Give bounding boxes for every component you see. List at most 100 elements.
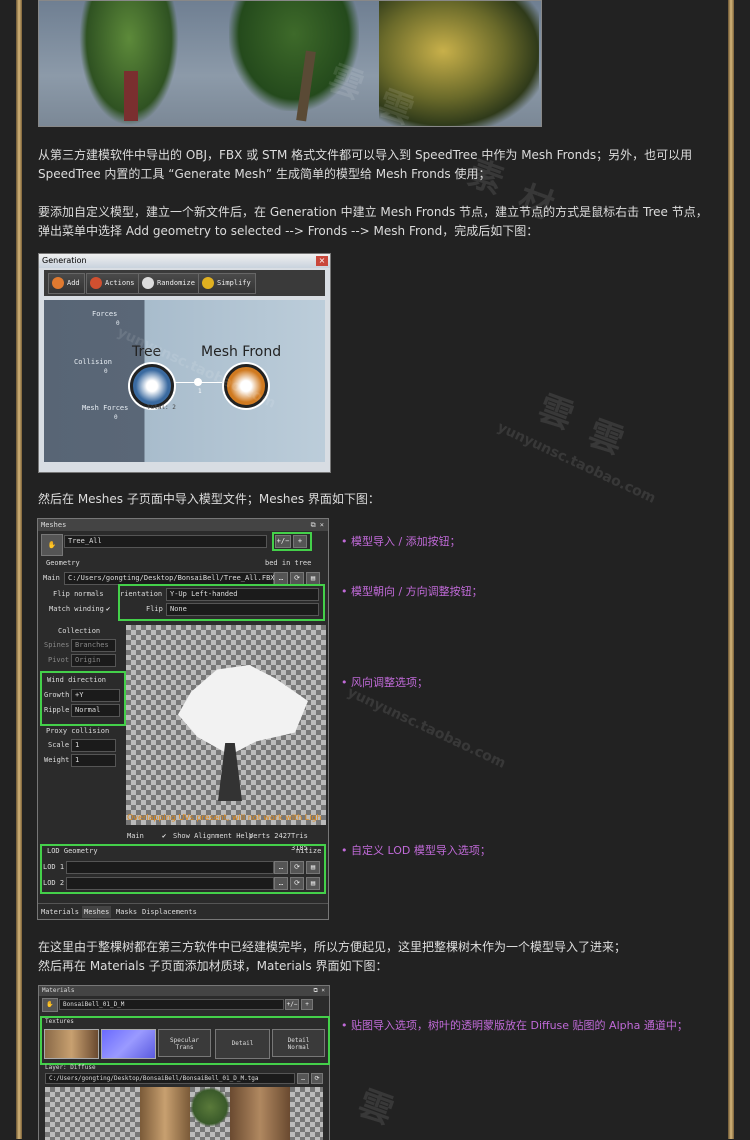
bed-in-tree-label: bed in tree bbox=[265, 559, 312, 567]
mesh-frond-node[interactable] bbox=[224, 364, 268, 408]
paragraph-materials: 然后再在 Materials 子页面添加材质球，Materials 界面如下图： bbox=[38, 959, 388, 973]
palm-tree bbox=[379, 1, 539, 126]
mesh-select[interactable]: Tree_All bbox=[64, 535, 267, 548]
collision-count: 0 bbox=[104, 368, 108, 375]
paragraph-intro: 从第三方建模软件中导出的 OBJ，FBX 或 STM 格式文件都可以导入到 Sp… bbox=[38, 148, 693, 181]
annotation-textures: • 贴图导入选项，树叶的透明蒙版放在 Diffuse 贴图的 Alpha 通道中… bbox=[341, 1019, 688, 1032]
hand-icon[interactable]: ✋ bbox=[41, 534, 63, 556]
add-button[interactable]: Add bbox=[48, 273, 85, 294]
tree-node[interactable] bbox=[130, 364, 174, 408]
simplify-icon bbox=[202, 277, 214, 289]
main-label: Main bbox=[43, 574, 60, 582]
generation-window: Generation × Add Actions Randomize Simpl… bbox=[38, 253, 331, 473]
paragraph-add-model: 要添加自定义模型，建立一个新文件后，在 Generation 中建立 Mesh … bbox=[38, 205, 708, 238]
main-mode-label: Main bbox=[127, 832, 144, 840]
annotation-wind: • 风向调整选项； bbox=[341, 676, 428, 689]
hand-icon[interactable]: ✋ bbox=[42, 998, 58, 1012]
spines-label: Spines bbox=[44, 641, 70, 649]
bushy-tree bbox=[229, 1, 359, 111]
annotation-orientation: • 模型朝向 / 方向调整按钮； bbox=[341, 585, 483, 598]
watermark-url: yunyunsc.taobao.com bbox=[344, 684, 509, 772]
materials-panel: Materials ⧉ × ✋ BonsaiBell_01_D_M +/− + T… bbox=[38, 985, 330, 1140]
meshes-title: Meshes bbox=[41, 521, 67, 529]
add-icon bbox=[52, 277, 64, 289]
randomize-icon bbox=[142, 277, 154, 289]
weight-input[interactable]: 1 bbox=[71, 754, 116, 767]
randomize-button[interactable]: Randomize bbox=[138, 273, 200, 294]
link-count: 1 bbox=[198, 388, 202, 395]
meshes-title-bar: Meshes ⧉ × bbox=[38, 519, 328, 531]
scale-label: Scale bbox=[48, 741, 70, 749]
spines-select[interactable]: Branches bbox=[71, 639, 116, 652]
tab-materials[interactable]: Materials bbox=[39, 906, 81, 918]
material-plus-button[interactable]: + bbox=[301, 999, 313, 1010]
link-dot bbox=[194, 378, 202, 386]
simplify-button[interactable]: Simplify bbox=[198, 273, 256, 294]
mesh-preview-viewport[interactable] bbox=[126, 625, 326, 825]
highlight-import bbox=[272, 532, 312, 551]
mesh-frond-node-label: Mesh Frond bbox=[201, 344, 282, 360]
actions-label: Actions bbox=[105, 279, 135, 287]
close-icon[interactable]: × bbox=[316, 256, 328, 266]
browse-button[interactable]: … bbox=[297, 1073, 309, 1084]
proxy-collision-label: Proxy collision bbox=[46, 727, 110, 735]
material-add-remove-button[interactable]: +/− bbox=[285, 999, 299, 1010]
show-alignment-checkbox[interactable]: ✔ bbox=[162, 830, 166, 842]
simplify-label: Simplify bbox=[217, 279, 251, 287]
verts-count: Verts 2427 bbox=[249, 832, 292, 840]
watermark-char: 雲 bbox=[582, 413, 629, 463]
right-frame-border bbox=[728, 0, 734, 1139]
highlight-lod bbox=[40, 844, 326, 894]
match-winding-label: Match winding bbox=[49, 605, 104, 613]
close-icon[interactable]: ⧉ × bbox=[313, 986, 325, 996]
mesh-forces-label: Mesh Forces bbox=[82, 404, 129, 412]
total-count: Total: 2 bbox=[147, 404, 176, 411]
weight-label: Weight bbox=[44, 756, 70, 764]
tab-displacements[interactable]: Displacements bbox=[140, 906, 199, 918]
collision-label: Collision bbox=[74, 358, 112, 366]
paragraph-whole-tree: 在这里由于整棵树都在第三方软件中已经建模完毕，所以方便起见，这里把整棵树木作为一… bbox=[38, 940, 627, 954]
bark-strip-2 bbox=[230, 1087, 290, 1140]
tab-meshes[interactable]: Meshes bbox=[82, 906, 112, 918]
tree-node-label: Tree bbox=[132, 344, 162, 360]
highlight-wind bbox=[40, 671, 126, 726]
overlap-warning: Overlapping UVs present, will not work w… bbox=[127, 813, 322, 822]
meshes-tab-bar: Materials Meshes Masks Displacements bbox=[38, 903, 328, 918]
meshes-panel: Meshes ⧉ × ✋ Tree_All +/− + Geometry bed … bbox=[37, 518, 329, 920]
leaf-cluster bbox=[190, 1087, 230, 1127]
tris-count: Tris 3185 bbox=[291, 832, 308, 852]
add-label: Add bbox=[67, 279, 80, 287]
forces-label: Forces bbox=[92, 310, 118, 318]
reload-icon[interactable]: ⟳ bbox=[311, 1073, 323, 1084]
forces-count: 0 bbox=[116, 320, 120, 327]
highlight-textures bbox=[40, 1016, 330, 1065]
left-frame-border bbox=[16, 0, 22, 1139]
layer-label: Layer: Diffuse bbox=[45, 1064, 96, 1071]
mesh-forces-count: 0 bbox=[114, 414, 118, 421]
materials-title-bar: Materials ⧉ × bbox=[39, 986, 329, 996]
tree-mesh-preview bbox=[178, 665, 308, 755]
banana-trunk bbox=[124, 71, 138, 121]
close-icon[interactable]: ⧉ × bbox=[311, 519, 324, 531]
annotation-import: • 模型导入 / 添加按钮； bbox=[341, 535, 461, 548]
actions-button[interactable]: Actions bbox=[86, 273, 140, 294]
pivot-select[interactable]: Origin bbox=[71, 654, 116, 667]
highlight-orientation bbox=[118, 584, 325, 621]
actions-icon bbox=[90, 277, 102, 289]
paragraph-meshes: 然后在 Meshes 子页面中导入模型文件；Meshes 界面如下图： bbox=[38, 492, 380, 506]
watermark-char: 雲 bbox=[532, 388, 579, 438]
generation-node-canvas[interactable]: Forces 0 Collision 0 Mesh Forces 0 Tree … bbox=[44, 300, 325, 462]
watermark-char: 雲 bbox=[352, 1083, 399, 1133]
geometry-header: Geometry bbox=[46, 559, 80, 567]
annotation-lod: • 自定义 LOD 模型导入选项； bbox=[341, 844, 491, 857]
match-winding-checkbox[interactable]: ✔ bbox=[106, 603, 110, 615]
tab-masks[interactable]: Masks bbox=[114, 906, 139, 918]
randomize-label: Randomize bbox=[157, 279, 195, 287]
tree-mesh-trunk bbox=[218, 743, 242, 801]
texture-path-field[interactable]: C:/Users/gongting/Desktop/BonsaiBell/Bon… bbox=[45, 1073, 295, 1084]
generation-toolbar: Add Actions Randomize Simplify bbox=[44, 270, 325, 296]
tree-render-image bbox=[38, 0, 542, 127]
generation-title-bar: Generation × bbox=[39, 254, 330, 268]
material-select[interactable]: BonsaiBell_01_D_M bbox=[59, 999, 284, 1010]
scale-input[interactable]: 1 bbox=[71, 739, 116, 752]
